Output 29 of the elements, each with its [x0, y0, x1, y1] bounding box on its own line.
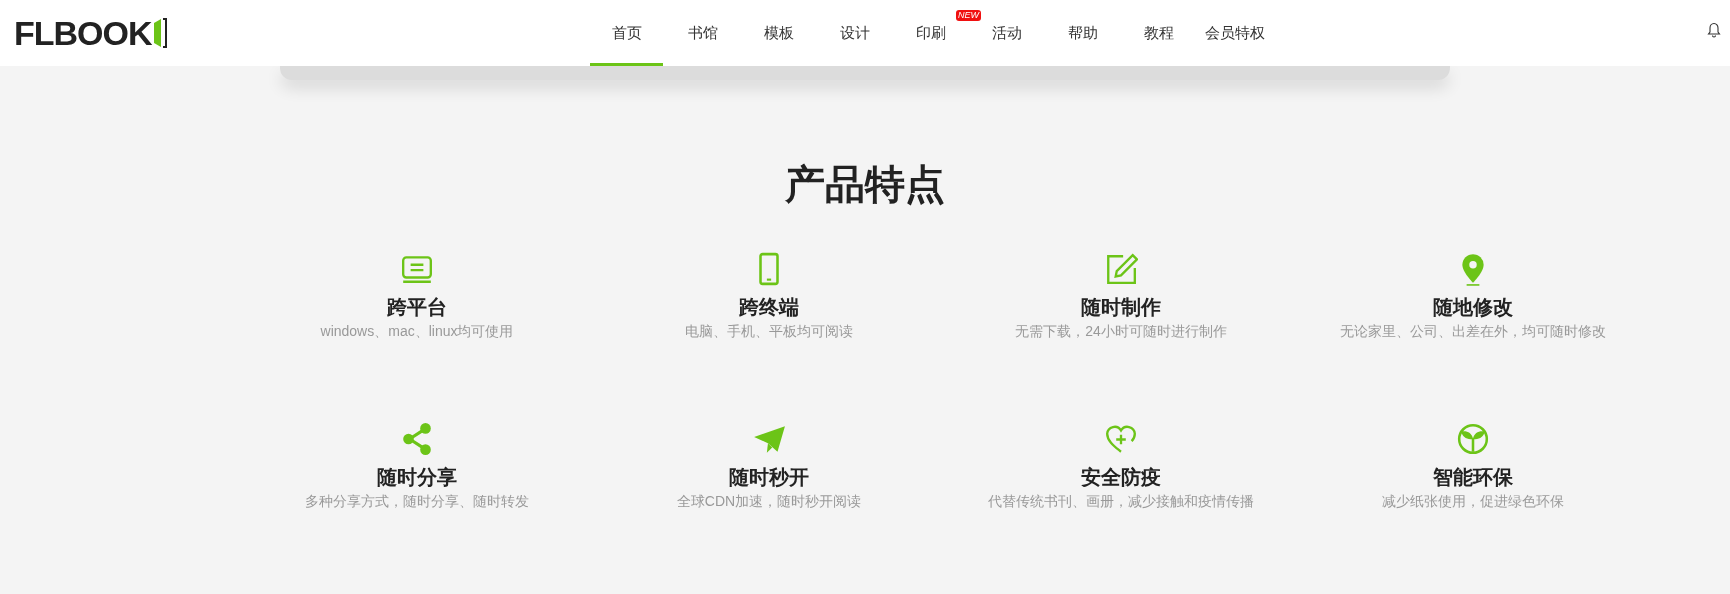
logo[interactable]: FLBOOK — [14, 16, 167, 50]
feature-description: windows、mac、linux均可使用 — [320, 322, 514, 340]
feature-title: 随时秒开 — [729, 465, 809, 489]
feature-description: 代替传统书刊、画册，减少接触和疫情传播 — [988, 492, 1254, 510]
share-icon — [400, 422, 434, 456]
feature-title: 智能环保 — [1433, 465, 1513, 489]
feature-title: 跨终端 — [739, 295, 799, 319]
nav-tab[interactable]: 帮助 — [1046, 0, 1119, 66]
feature-title: 随时制作 — [1081, 295, 1161, 319]
sprout-icon — [1456, 422, 1490, 456]
bell-icon[interactable] — [1707, 22, 1721, 38]
feature-title: 随地修改 — [1433, 295, 1513, 319]
feature-description: 无需下载，24小时可随时进行制作 — [1015, 322, 1227, 340]
feature-title: 安全防疫 — [1081, 465, 1161, 489]
feature-description: 减少纸张使用，促进绿色环保 — [1382, 492, 1564, 510]
feature-description: 无论家里、公司、出差在外，均可随时修改 — [1340, 322, 1606, 340]
feature-description: 多种分享方式，随时分享、随时转发 — [305, 492, 529, 510]
feature-title: 随时分享 — [377, 465, 457, 489]
nav-tab[interactable]: 模板 — [742, 0, 815, 66]
nav-tab[interactable]: 书馆 — [666, 0, 739, 66]
nav-tab[interactable]: 会员特权 — [1198, 0, 1271, 66]
section-title: 产品特点 — [784, 164, 946, 204]
nav-tab[interactable]: 教程 — [1122, 0, 1195, 66]
nav-tab[interactable]: 设计 — [818, 0, 891, 66]
new-badge: NEW — [956, 10, 981, 21]
edit-icon — [1104, 252, 1138, 286]
feature-description: 电脑、手机、平板均可阅读 — [685, 322, 853, 340]
feature-description: 全球CDN加速，随时秒开阅读 — [676, 492, 862, 510]
feature-title: 跨平台 — [387, 295, 447, 319]
